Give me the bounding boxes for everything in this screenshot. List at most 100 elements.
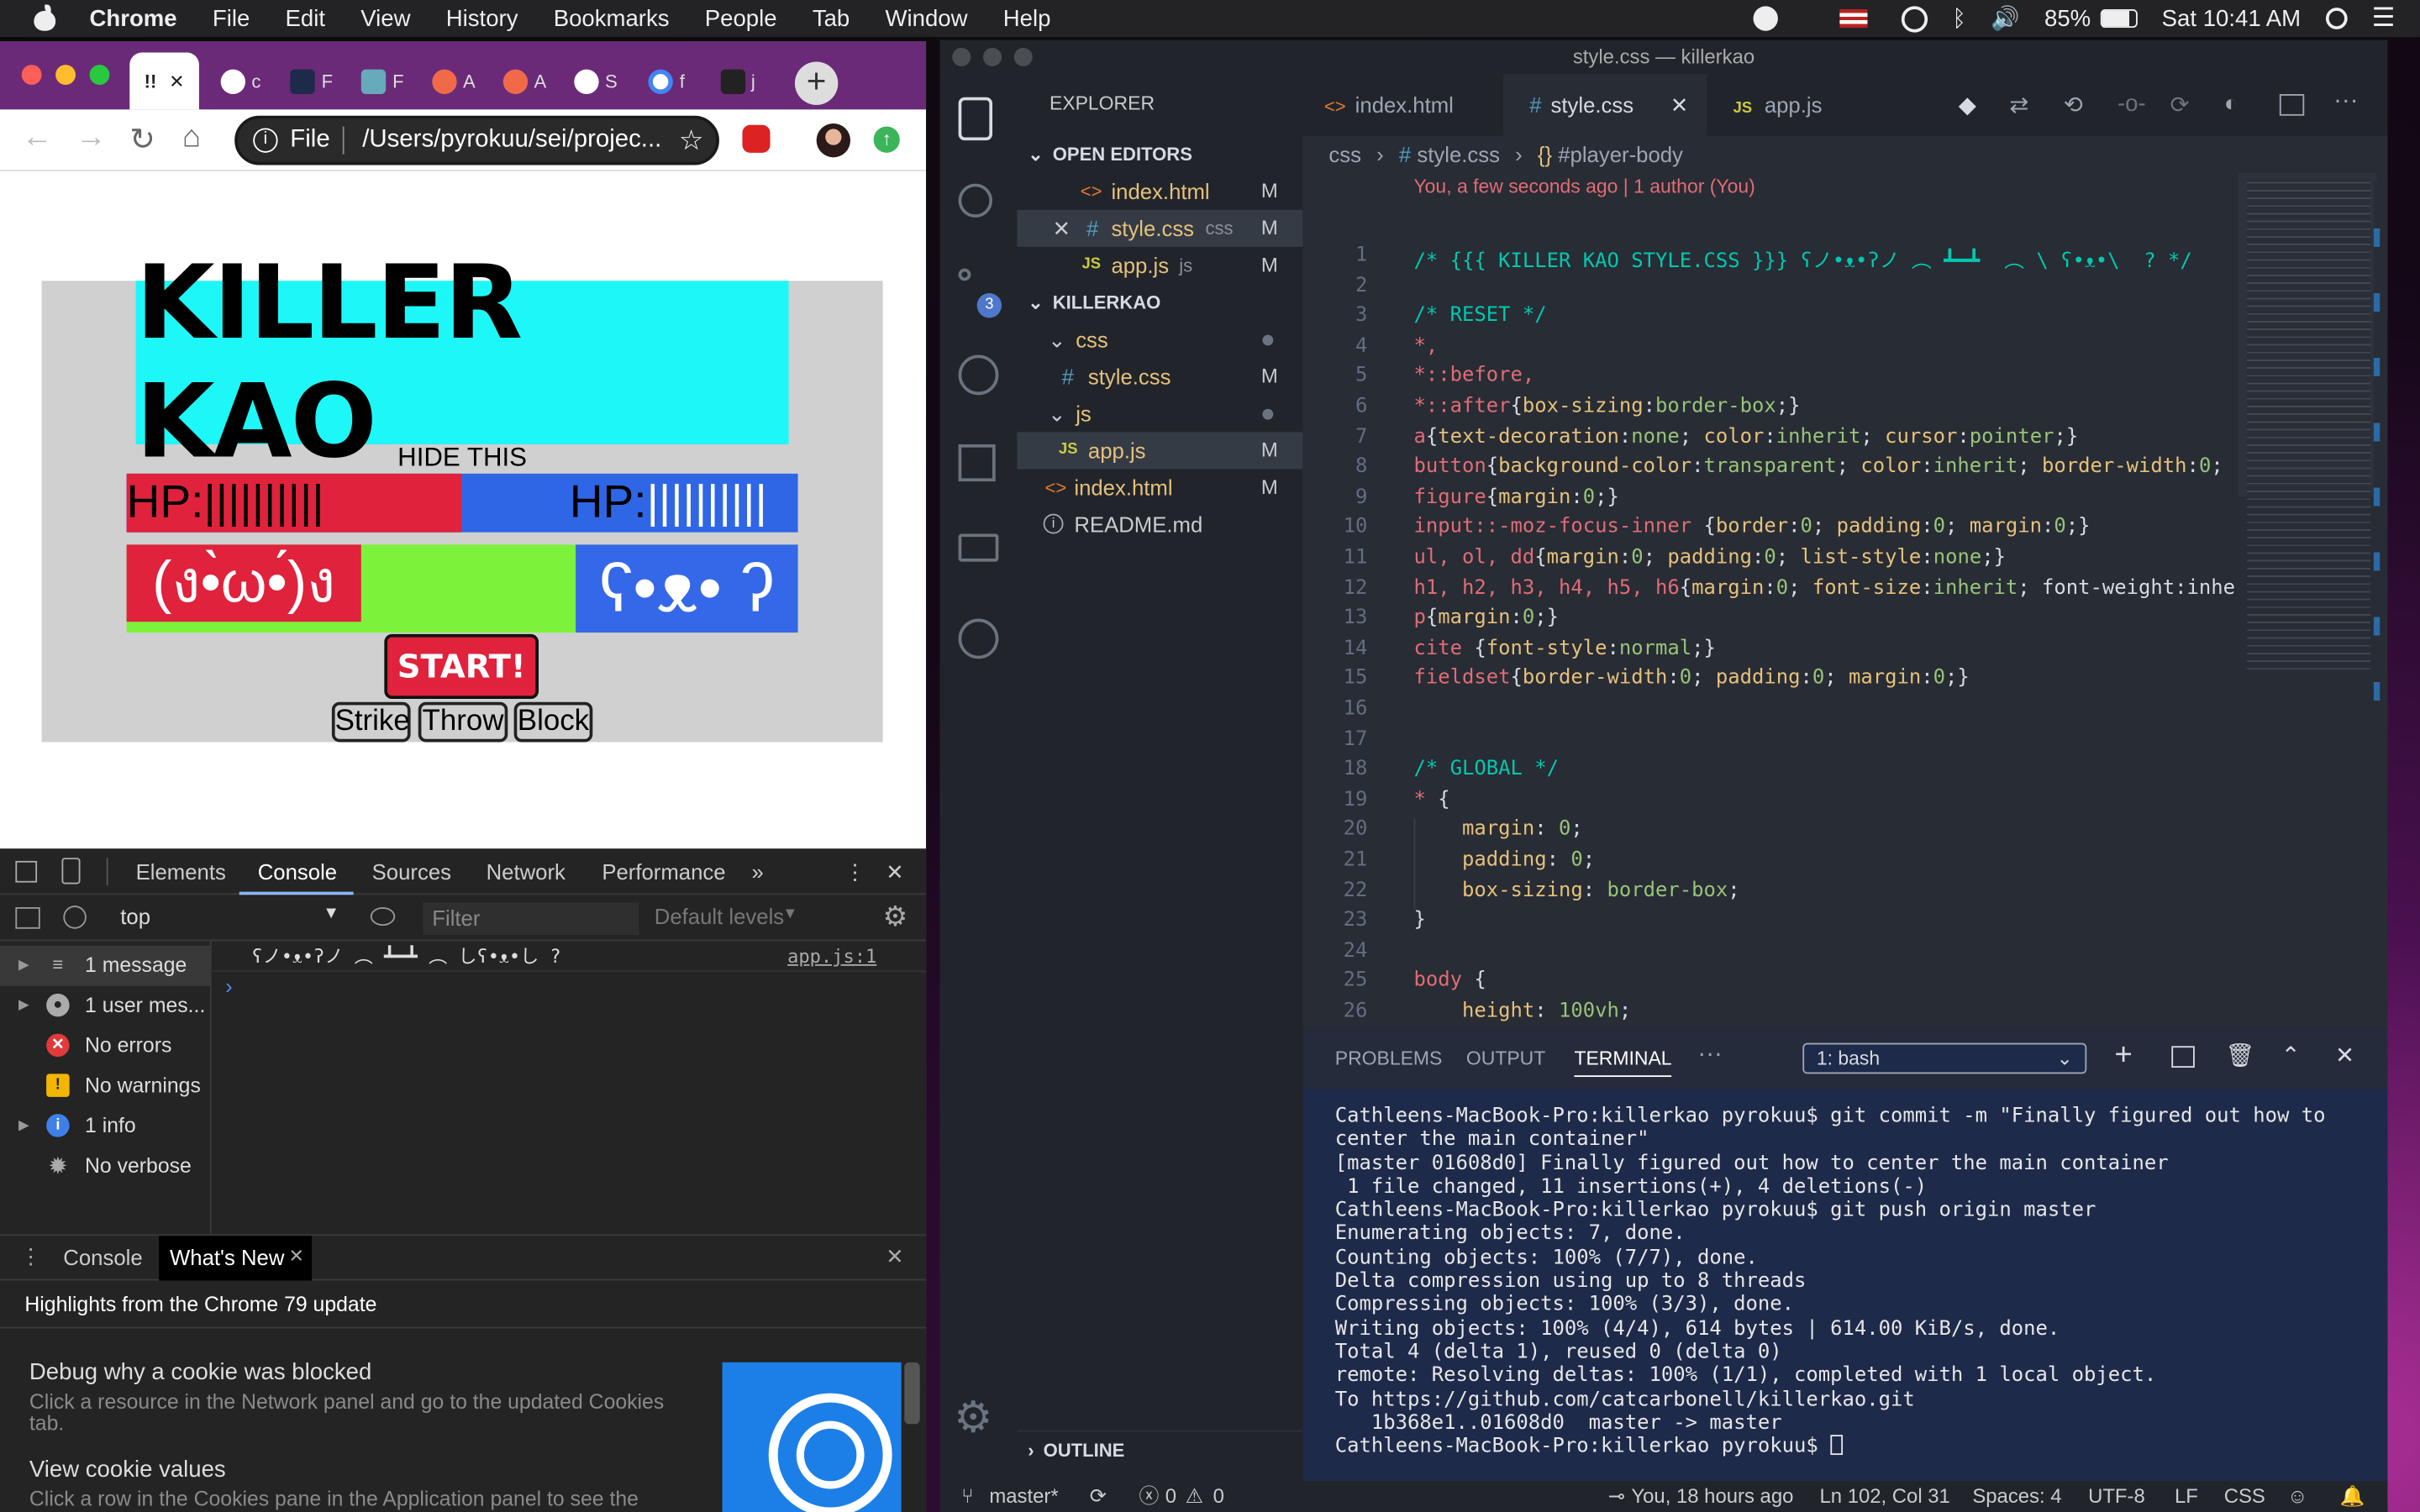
minimap[interactable]: [2238, 172, 2388, 1028]
block-button[interactable]: Block: [513, 701, 593, 743]
close-window-button[interactable]: [952, 47, 971, 66]
clock[interactable]: Sat 10:41 AM: [2162, 5, 2301, 31]
close-drawer-tab-icon[interactable]: ✕: [288, 1245, 303, 1267]
search-icon[interactable]: [2325, 8, 2348, 29]
close-drawer-icon[interactable]: ✕: [886, 1243, 904, 1269]
news-title[interactable]: View cookie values: [29, 1457, 226, 1483]
timeline-icon[interactable]: ◐: [2224, 91, 2238, 117]
menu-app-name[interactable]: Chrome: [90, 5, 177, 31]
terminal-output[interactable]: Cathleens-MacBook-Pro:killerkao pyrokuu$…: [1335, 1105, 2370, 1458]
commit-icon[interactable]: -o-: [2118, 91, 2146, 117]
sidebar-item-info[interactable]: ▶ i 1 info: [0, 1106, 212, 1147]
encoding[interactable]: UTF-8: [2088, 1481, 2145, 1512]
browser-tab-active[interactable]: !! ✕: [129, 52, 199, 110]
context-select[interactable]: top ▼: [108, 904, 339, 932]
cursor-position[interactable]: Ln 102, Col 31: [1820, 1481, 1950, 1512]
line-ending[interactable]: LF: [2175, 1481, 2198, 1512]
menu-help[interactable]: Help: [1003, 5, 1051, 31]
sidebar-item-errors[interactable]: ✕ No errors: [0, 1026, 212, 1066]
bookmark-star-icon[interactable]: ☆: [679, 124, 704, 157]
extension-icon[interactable]: [1753, 6, 1778, 31]
git-branch[interactable]: master*: [989, 1481, 1058, 1512]
time-machine-icon[interactable]: [1901, 5, 1928, 32]
news-title[interactable]: Debug why a cookie was blocked: [29, 1359, 371, 1385]
branch-icon[interactable]: ⑂: [961, 1481, 973, 1512]
throw-button[interactable]: Throw: [418, 701, 508, 743]
tab-output[interactable]: OUTPUT: [1466, 1047, 1545, 1069]
sidebar-item-messages[interactable]: ▶ ≡ 1 message: [0, 945, 212, 986]
open-editor-item[interactable]: <> index.html M: [1017, 173, 1302, 210]
tab-sources[interactable]: Sources: [372, 859, 451, 884]
settings-gear-icon[interactable]: ⚙: [954, 1392, 992, 1443]
open-editor-item-active[interactable]: ✕ # style.css css M: [1017, 209, 1303, 247]
language-mode[interactable]: CSS: [2224, 1481, 2265, 1512]
eye-icon[interactable]: [370, 906, 396, 927]
new-terminal-icon[interactable]: +: [2114, 1038, 2132, 1074]
more-actions-icon[interactable]: ···: [1697, 1042, 1722, 1069]
update-icon[interactable]: ↑: [873, 126, 900, 153]
tab-style-css[interactable]: # style.css ✕: [1502, 74, 1707, 136]
search-icon[interactable]: [958, 183, 993, 218]
apple-icon[interactable]: [34, 4, 56, 31]
tree-file-selected[interactable]: JS app.js M: [1017, 432, 1303, 470]
flag-icon[interactable]: [1839, 9, 1868, 29]
close-window-button[interactable]: [21, 65, 42, 86]
trash-icon[interactable]: 🗑: [2226, 1042, 2255, 1069]
device-toolbar-icon[interactable]: [61, 858, 81, 885]
close-tab-icon[interactable]: ✕: [169, 71, 184, 92]
tab-index-html[interactable]: <> index.html: [1302, 74, 1503, 135]
browser-tab[interactable]: S: [562, 52, 630, 109]
error-count[interactable]: 0: [1165, 1481, 1176, 1512]
breadcrumb-file[interactable]: style.css: [1417, 142, 1500, 166]
notification-center-icon[interactable]: ☰: [2372, 3, 2396, 34]
battery-percent[interactable]: 85%: [2044, 5, 2091, 31]
sync-icon[interactable]: ⟳: [1090, 1481, 1107, 1512]
code-editor[interactable]: You, a few seconds ago | 1 author (You) …: [1302, 173, 2238, 1028]
tab-network[interactable]: Network: [487, 859, 566, 884]
zoom-window-button[interactable]: [89, 65, 110, 86]
browser-tab[interactable]: f: [633, 52, 701, 109]
explorer-icon[interactable]: [958, 97, 993, 141]
close-tab-icon[interactable]: ✕: [1670, 74, 1689, 135]
close-panel-icon[interactable]: ✕: [2335, 1042, 2354, 1069]
strike-button[interactable]: Strike: [331, 701, 411, 743]
warning-icon[interactable]: ⚠: [1186, 1481, 1203, 1512]
menu-people[interactable]: People: [705, 5, 777, 31]
browser-tab[interactable]: c: [207, 52, 275, 109]
expand-arrow-icon[interactable]: ▶: [18, 957, 29, 974]
feedback-icon[interactable]: ☺: [2287, 1481, 2307, 1512]
browser-tab[interactable]: A: [420, 52, 488, 109]
inspect-icon[interactable]: [15, 860, 38, 883]
minimize-window-button[interactable]: [55, 65, 76, 86]
tree-folder[interactable]: ⌄ css: [1017, 321, 1302, 358]
more-actions-icon[interactable]: ···: [2333, 88, 2358, 116]
sidebar-toggle-icon[interactable]: [15, 906, 40, 929]
terminal-select[interactable]: 1: bash ⌄: [1802, 1042, 2087, 1074]
settings-gear-icon[interactable]: ⚙: [883, 901, 908, 934]
zoom-window-button[interactable]: [1013, 47, 1033, 66]
adblock-icon[interactable]: [742, 124, 771, 153]
log-levels-select[interactable]: Default levels: [655, 904, 784, 928]
volume-icon[interactable]: 🔊: [1991, 5, 2019, 33]
maximize-panel-icon[interactable]: ⌃: [2281, 1042, 2301, 1069]
sidebar-item-user-messages[interactable]: ▶ ● 1 user mes...: [0, 986, 212, 1026]
commit-icon[interactable]: ⊸: [1608, 1481, 1625, 1512]
tree-file[interactable]: <> index.html M: [1017, 469, 1302, 506]
browser-tab[interactable]: j: [704, 52, 772, 109]
back-icon[interactable]: ←: [22, 120, 53, 155]
more-tabs-icon[interactable]: »: [751, 859, 763, 884]
sidebar-item-warnings[interactable]: ! No warnings: [0, 1066, 212, 1106]
menu-window[interactable]: Window: [886, 5, 968, 31]
split-terminal-icon[interactable]: [2171, 1046, 2195, 1068]
tab-terminal[interactable]: TERMINAL: [1574, 1047, 1672, 1078]
tab-problems[interactable]: PROBLEMS: [1335, 1047, 1443, 1069]
browser-tab[interactable]: F: [278, 52, 346, 109]
new-tab-button[interactable]: +: [794, 61, 839, 105]
menu-tab[interactable]: Tab: [813, 5, 850, 31]
info-icon[interactable]: i: [253, 128, 278, 153]
home-icon[interactable]: ⌂: [182, 120, 201, 155]
split-editor-icon[interactable]: [2279, 94, 2305, 116]
tab-app-js[interactable]: JS app.js: [1707, 74, 1907, 135]
tab-performance[interactable]: Performance: [602, 859, 725, 884]
breadcrumb-folder[interactable]: css: [1328, 142, 1361, 166]
